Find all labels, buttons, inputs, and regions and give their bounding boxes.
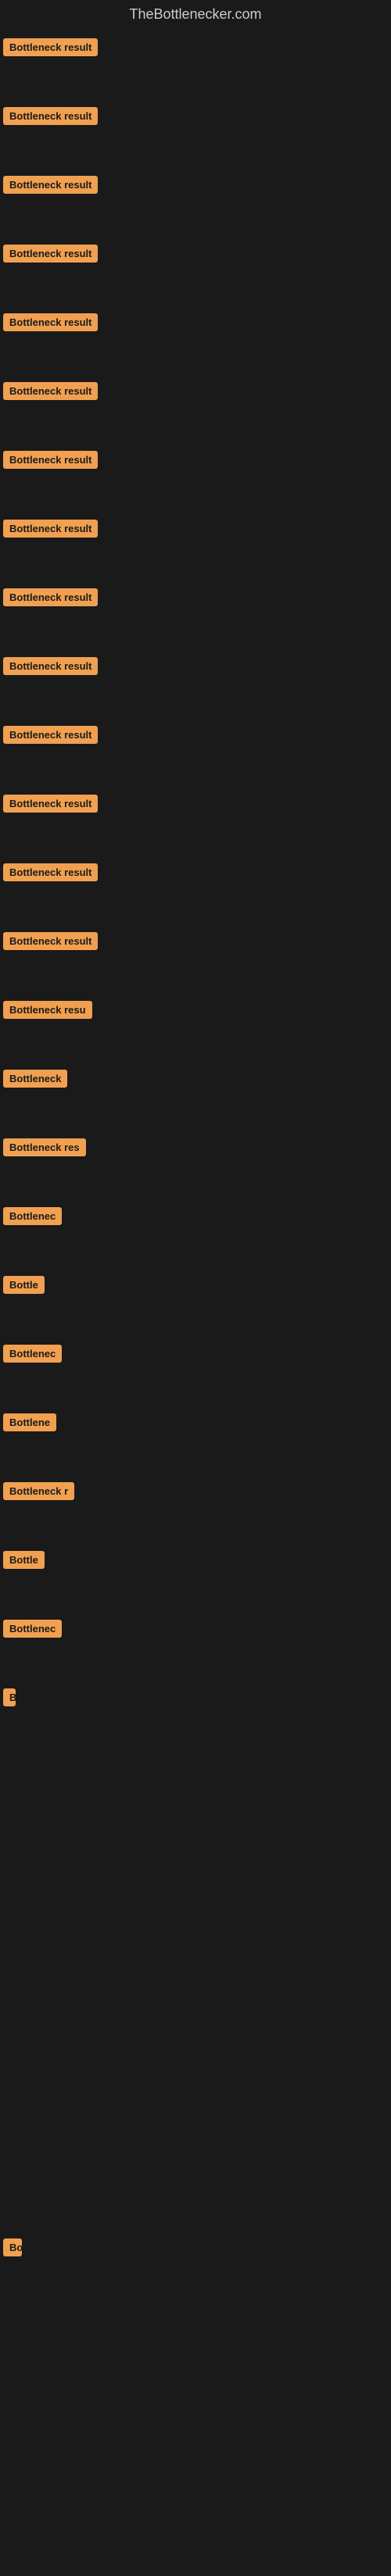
list-item: Bottleneck result (0, 307, 391, 376)
bottleneck-badge[interactable]: Bottleneck result (3, 932, 98, 950)
list-item (0, 2095, 391, 2163)
items-list: Bottleneck result Bottleneck result Bottle… (0, 32, 391, 2576)
bottleneck-badge[interactable]: Bottleneck result (3, 657, 98, 675)
bottleneck-badge[interactable]: Bottlenec (3, 1345, 62, 1363)
list-item: Bottleneck result (0, 445, 391, 513)
bottleneck-badge[interactable]: Bottleneck result (3, 107, 98, 125)
bottleneck-badge[interactable]: Bottleneck result (3, 863, 98, 881)
bottleneck-badge[interactable]: Bottleneck res (3, 1138, 86, 1156)
list-item: Bo (0, 2232, 391, 2301)
list-item (0, 1820, 391, 1888)
list-item: Bottleneck result (0, 651, 391, 720)
bottleneck-badge[interactable]: Bottle (3, 1551, 45, 1569)
list-item: Bottle (0, 1270, 391, 1338)
bottleneck-badge[interactable]: Bottleneck result (3, 176, 98, 194)
bottleneck-badge[interactable]: Bottleneck result (3, 38, 98, 56)
list-item: Bottleneck result (0, 857, 391, 926)
bottleneck-badge[interactable]: Bottleneck result (3, 245, 98, 263)
list-item: B (0, 1682, 391, 1751)
list-item: Bottleneck result (0, 170, 391, 238)
list-item: Bottleneck result (0, 926, 391, 995)
list-item (0, 2026, 391, 2095)
list-item: Bottlenec (0, 1201, 391, 1270)
bottleneck-badge[interactable]: B (3, 1688, 16, 1706)
bottleneck-badge[interactable]: Bottlenec (3, 1620, 62, 1638)
list-item: Bottlenec (0, 1338, 391, 1407)
bottleneck-badge[interactable]: Bottleneck result (3, 795, 98, 813)
list-item (0, 1888, 391, 1957)
bottleneck-badge[interactable]: Bottlenec (3, 1207, 62, 1225)
list-item: Bottleneck result (0, 788, 391, 857)
bottleneck-badge[interactable]: Bottleneck r (3, 1482, 74, 1500)
list-item (0, 2370, 391, 2438)
bottleneck-badge[interactable]: Bottleneck resu (3, 1001, 92, 1019)
list-item: Bottleneck (0, 1063, 391, 1132)
list-item (0, 1957, 391, 2026)
list-item: Bottleneck res (0, 1132, 391, 1201)
bottleneck-badge[interactable]: Bottleneck result (3, 726, 98, 744)
bottleneck-badge[interactable]: Bo (3, 2238, 22, 2256)
list-item: Bottleneck result (0, 238, 391, 307)
list-item (0, 2438, 391, 2507)
bottleneck-badge[interactable]: Bottleneck result (3, 451, 98, 469)
list-item: Bottleneck result (0, 582, 391, 651)
bottleneck-badge[interactable]: Bottle (3, 1276, 45, 1294)
list-item: Bottlene (0, 1407, 391, 1476)
list-item (0, 2163, 391, 2232)
list-item: Bottleneck result (0, 101, 391, 170)
list-item: Bottleneck result (0, 32, 391, 101)
bottleneck-badge[interactable]: Bottleneck result (3, 382, 98, 400)
list-item (0, 1751, 391, 1820)
list-item: Bottle (0, 1545, 391, 1613)
list-item: Bottlenec (0, 1613, 391, 1682)
bottleneck-badge[interactable]: Bottleneck (3, 1070, 67, 1088)
list-item: Bottleneck result (0, 376, 391, 445)
bottleneck-badge[interactable]: Bottleneck result (3, 313, 98, 331)
list-item: Bottleneck result (0, 513, 391, 582)
list-item: Bottleneck r (0, 1476, 391, 1545)
list-item (0, 2507, 391, 2576)
list-item: Bottleneck result (0, 720, 391, 788)
list-item (0, 2301, 391, 2370)
site-title: TheBottlenecker.com (0, 0, 391, 32)
bottleneck-badge[interactable]: Bottleneck result (3, 588, 98, 606)
bottleneck-badge[interactable]: Bottlene (3, 1413, 56, 1431)
list-item: Bottleneck resu (0, 995, 391, 1063)
bottleneck-badge[interactable]: Bottleneck result (3, 520, 98, 538)
